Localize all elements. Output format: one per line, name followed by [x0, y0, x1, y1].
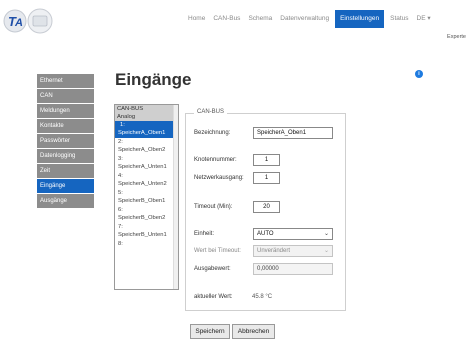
knotennummer-label: Knotennummer:	[194, 157, 237, 163]
einheit-value: AUTO	[257, 231, 274, 237]
nav-einstellungen[interactable]: Einstellungen	[335, 10, 385, 28]
list-item-name: SpeicherA_Oben2	[118, 147, 166, 153]
einheit-select[interactable]: AUTO ⌄	[253, 228, 333, 240]
sidebar-item-kontakte[interactable]: Kontakte	[37, 119, 94, 133]
language-label: DE	[416, 15, 426, 22]
list-item-number: 8:	[118, 241, 123, 247]
sidebar-item-can[interactable]: CAN	[37, 89, 94, 103]
settings-sidebar: Ethernet CAN Meldungen Kontakte Passwört…	[37, 74, 94, 209]
timeout-field[interactable]: 20	[253, 201, 280, 213]
sidebar-item-ethernet[interactable]: Ethernet	[37, 74, 94, 88]
sidebar-item-ausgaenge[interactable]: Ausgänge	[37, 194, 94, 208]
list-item-number: 6:	[118, 207, 123, 213]
save-button[interactable]: Speichern	[190, 324, 230, 339]
netzwerkausgang-label: Netzwerkausgang:	[194, 175, 244, 181]
einheit-label: Einheit:	[194, 231, 215, 237]
page-title: Eingänge	[115, 70, 192, 89]
mode-label[interactable]: Experte	[447, 34, 466, 40]
nav-status[interactable]: Status	[386, 10, 412, 28]
chevron-down-icon: ▾	[427, 15, 431, 22]
ausgabewert-field: 0,00000	[253, 263, 333, 275]
language-dropdown[interactable]: DE ▾	[413, 10, 435, 28]
list-item-name: SpeicherA_Oben1	[118, 130, 166, 136]
list-item-number: 4:	[118, 173, 123, 179]
list-item-name: SpeicherB_Oben1	[118, 198, 166, 204]
list-item-number: 3:	[118, 156, 123, 162]
list-group-can-bus: CAN-BUS	[115, 105, 178, 113]
info-icon[interactable]: i	[415, 70, 423, 78]
cancel-button[interactable]: Abbrechen	[232, 324, 275, 339]
sidebar-item-eingaenge[interactable]: Eingänge	[37, 179, 94, 193]
list-item[interactable]: 5: SpeicherB_Oben1	[115, 189, 178, 206]
aktueller-wert-label: aktueller Wert:	[194, 294, 233, 300]
ausgabewert-label: Ausgabewert:	[194, 266, 231, 272]
can-bus-panel: CAN-BUS Bezeichnung: SpeicherA_Oben1 Kno…	[185, 109, 346, 311]
inputs-listbox[interactable]: CAN-BUS Analog 1: SpeicherA_Oben1 2: Spe…	[114, 104, 179, 290]
nav-can-bus[interactable]: CAN-Bus	[209, 10, 244, 28]
ta-logo[interactable]: T A	[3, 5, 53, 37]
list-item[interactable]: 4: SpeicherA_Unten2	[115, 172, 178, 189]
list-item-number: 2:	[118, 139, 123, 145]
aktueller-wert-value: 45.8 °C	[252, 294, 273, 300]
wert-timeout-select: Unverändert ⌄	[253, 245, 333, 257]
list-item[interactable]: 1: SpeicherA_Oben1	[115, 121, 178, 138]
panel-legend: CAN-BUS	[194, 109, 228, 115]
svg-text:A: A	[14, 17, 23, 29]
list-item-number: 1:	[118, 121, 127, 129]
timeout-label: Timeout (Min):	[194, 204, 233, 210]
netzwerkausgang-field[interactable]: 1	[253, 172, 280, 184]
sidebar-item-passwoerter[interactable]: Passwörter	[37, 134, 94, 148]
top-bar: T A Home CAN-Bus Schema Datenverwaltung …	[0, 0, 474, 40]
list-item-name: SpeicherB_Oben2	[118, 215, 166, 221]
knotennummer-field[interactable]: 1	[253, 154, 280, 166]
chevron-down-icon: ⌄	[323, 248, 329, 254]
bezeichnung-label: Bezeichnung:	[194, 130, 231, 136]
list-item[interactable]: 6: SpeicherB_Oben2	[115, 206, 178, 223]
list-item-name: SpeicherA_Unten1	[118, 164, 167, 170]
list-item-number: 7:	[118, 224, 123, 230]
list-item-number: 5:	[118, 190, 123, 196]
nav-home[interactable]: Home	[184, 10, 209, 28]
list-item[interactable]: 7: SpeicherB_Unten1	[115, 223, 178, 240]
listbox-scrollbar[interactable]	[173, 105, 178, 289]
chevron-down-icon: ⌄	[323, 231, 329, 237]
list-item-name: SpeicherA_Unten2	[118, 181, 167, 187]
sidebar-item-meldungen[interactable]: Meldungen	[37, 104, 94, 118]
sidebar-item-datenlogging[interactable]: Datenlogging	[37, 149, 94, 163]
wert-timeout-value: Unverändert	[257, 248, 291, 254]
nav-schema[interactable]: Schema	[244, 10, 276, 28]
bezeichnung-field[interactable]: SpeicherA_Oben1	[253, 127, 333, 139]
wert-timeout-label: Wert bei Timeout:	[194, 248, 241, 254]
list-item[interactable]: 8:	[115, 240, 178, 248]
list-item-name: SpeicherB_Unten1	[118, 232, 167, 238]
list-item[interactable]: 2: SpeicherA_Oben2	[115, 138, 178, 155]
nav-datenverwaltung[interactable]: Datenverwaltung	[276, 10, 333, 28]
list-item[interactable]: 3: SpeicherA_Unten1	[115, 155, 178, 172]
main-nav: Home CAN-Bus Schema Datenverwaltung Eins…	[184, 10, 435, 28]
sidebar-item-zeit[interactable]: Zeit	[37, 164, 94, 178]
list-group-analog: Analog	[115, 113, 178, 121]
